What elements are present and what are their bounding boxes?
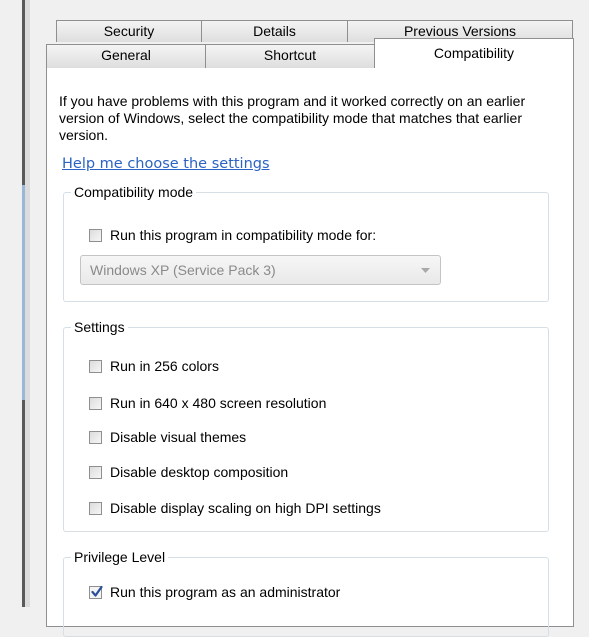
tab-label: Details	[253, 23, 296, 39]
disable-desktop-composition-label[interactable]: Disable desktop composition	[110, 464, 288, 480]
tab-shortcut[interactable]: Shortcut	[205, 44, 375, 68]
compat-mode-label[interactable]: Run this program in compatibility mode f…	[110, 227, 376, 243]
tab-general[interactable]: General	[46, 44, 206, 68]
run-256-colors-checkbox[interactable]	[89, 360, 102, 373]
disable-dpi-scaling-label[interactable]: Disable display scaling on high DPI sett…	[110, 500, 381, 516]
properties-dialog: Security Details Previous Versions Gener…	[0, 0, 589, 637]
settings-title: Settings	[71, 319, 128, 335]
tab-label: Previous Versions	[403, 23, 517, 39]
tab-details[interactable]: Details	[201, 20, 348, 42]
disable-desktop-composition-checkbox[interactable]	[89, 466, 102, 479]
disable-visual-themes-checkbox[interactable]	[89, 431, 102, 444]
intro-text: If you have problems with this program a…	[59, 93, 526, 143]
compat-mode-checkbox[interactable]	[89, 229, 102, 242]
disable-visual-themes-label[interactable]: Disable visual themes	[110, 429, 246, 445]
window-edge-accent	[22, 185, 25, 400]
run-640x480-checkbox[interactable]	[89, 397, 102, 410]
tab-security[interactable]: Security	[56, 20, 202, 42]
tab-compatibility[interactable]: Compatibility	[374, 38, 574, 68]
run-256-colors-label[interactable]: Run in 256 colors	[110, 358, 219, 374]
tab-label: Compatibility	[433, 45, 515, 61]
chevron-down-icon	[421, 268, 430, 273]
tab-label: General	[101, 47, 151, 63]
run-640x480-label[interactable]: Run in 640 x 480 screen resolution	[110, 395, 326, 411]
compat-mode-dropdown[interactable]: Windows XP (Service Pack 3)	[80, 255, 441, 285]
checkmark-icon	[91, 585, 103, 597]
tab-label: Shortcut	[263, 47, 317, 63]
run-as-admin-label[interactable]: Run this program as an administrator	[110, 584, 340, 600]
compatibility-mode-group	[63, 192, 549, 302]
compatibility-mode-title: Compatibility mode	[71, 184, 197, 200]
window-edge-inner	[25, 0, 30, 607]
run-as-admin-checkbox[interactable]	[89, 585, 103, 599]
dropdown-value: Windows XP (Service Pack 3)	[90, 262, 276, 278]
disable-dpi-scaling-checkbox[interactable]	[89, 502, 102, 515]
help-link[interactable]: Help me choose the settings	[62, 156, 270, 172]
tab-label: Security	[103, 23, 155, 39]
privilege-level-title: Privilege Level	[71, 549, 169, 565]
